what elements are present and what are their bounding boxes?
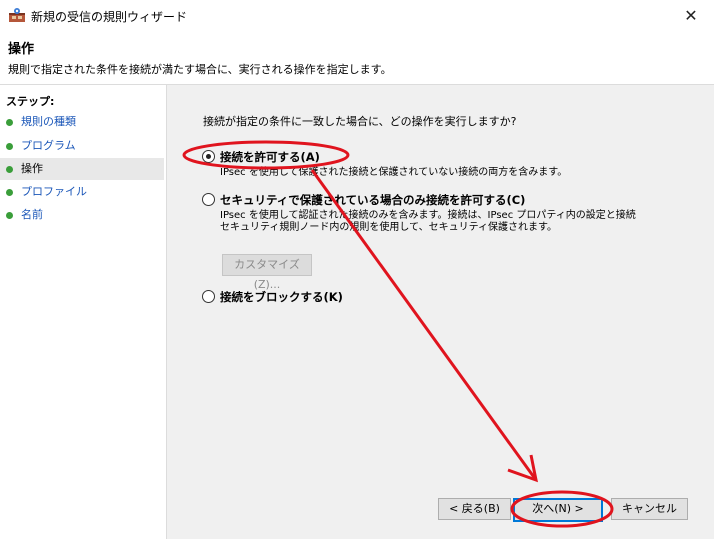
page-title: 操作 <box>8 42 35 57</box>
close-icon: ✕ <box>684 6 698 25</box>
step-bullet-icon <box>6 189 13 196</box>
option-allow-secure-desc-2: セキュリティ規則ノード内の規則を使用して、セキュリティ保護されます。 <box>220 222 557 233</box>
wizard-header: 操作 規則で指定された条件を接続が満たす場合に、実行される操作を指定します。 <box>0 31 714 85</box>
step-profile[interactable]: プロファイル <box>0 181 164 203</box>
step-rule-type[interactable]: 規則の種類 <box>0 111 164 133</box>
step-bullet-icon <box>6 166 13 173</box>
page-description: 規則で指定された条件を接続が満たす場合に、実行される操作を指定します。 <box>8 63 392 76</box>
action-question: 接続が指定の条件に一致した場合に、どの操作を実行しますか? <box>203 115 517 128</box>
step-bullet-icon <box>6 119 13 126</box>
next-button[interactable]: 次へ(N) > <box>513 498 603 522</box>
radio-block[interactable] <box>202 290 215 303</box>
step-name[interactable]: 名前 <box>0 204 164 226</box>
step-program[interactable]: プログラム <box>0 135 164 157</box>
step-label: プロファイル <box>21 185 87 198</box>
step-label: 操作 <box>21 162 43 175</box>
step-bullet-icon <box>6 143 13 150</box>
step-label: 名前 <box>21 208 43 221</box>
steps-sidebar: ステップ: 規則の種類 プログラム 操作 プロファイル 名前 <box>0 85 167 539</box>
step-label: プログラム <box>21 139 76 152</box>
radio-allow-secure[interactable] <box>202 193 215 206</box>
step-bullet-icon <box>6 212 13 219</box>
option-allow-secure-label[interactable]: セキュリティで保護されている場合のみ接続を許可する(C) <box>220 192 525 208</box>
option-block-label[interactable]: 接続をブロックする(K) <box>220 289 343 305</box>
option-allow-secure-desc-1: IPsec を使用して認証された接続のみを含みます。接続は、IPsec プロパテ… <box>220 210 636 221</box>
window-title: 新規の受信の規則ウィザード <box>31 10 188 24</box>
option-allow-label[interactable]: 接続を許可する(A) <box>220 149 320 165</box>
title-bar: 新規の受信の規則ウィザード ✕ <box>0 0 714 31</box>
option-allow-desc: IPsec を使用して保護された接続と保護されていない接続の両方を含みます。 <box>220 167 568 178</box>
customize-button[interactable]: カスタマイズ(Z)... <box>222 254 312 291</box>
radio-allow[interactable] <box>202 150 215 163</box>
back-button[interactable]: < 戻る(B) <box>438 498 511 520</box>
steps-title: ステップ: <box>6 95 55 108</box>
main-content: 接続が指定の条件に一致した場合に、どの操作を実行しますか? 接続を許可する(A)… <box>167 85 714 539</box>
step-label: 規則の種類 <box>21 115 76 128</box>
cancel-button[interactable]: キャンセル <box>611 498 688 520</box>
firewall-wizard-icon <box>9 8 25 22</box>
step-action[interactable]: 操作 <box>0 158 164 180</box>
close-button[interactable]: ✕ <box>668 0 714 31</box>
